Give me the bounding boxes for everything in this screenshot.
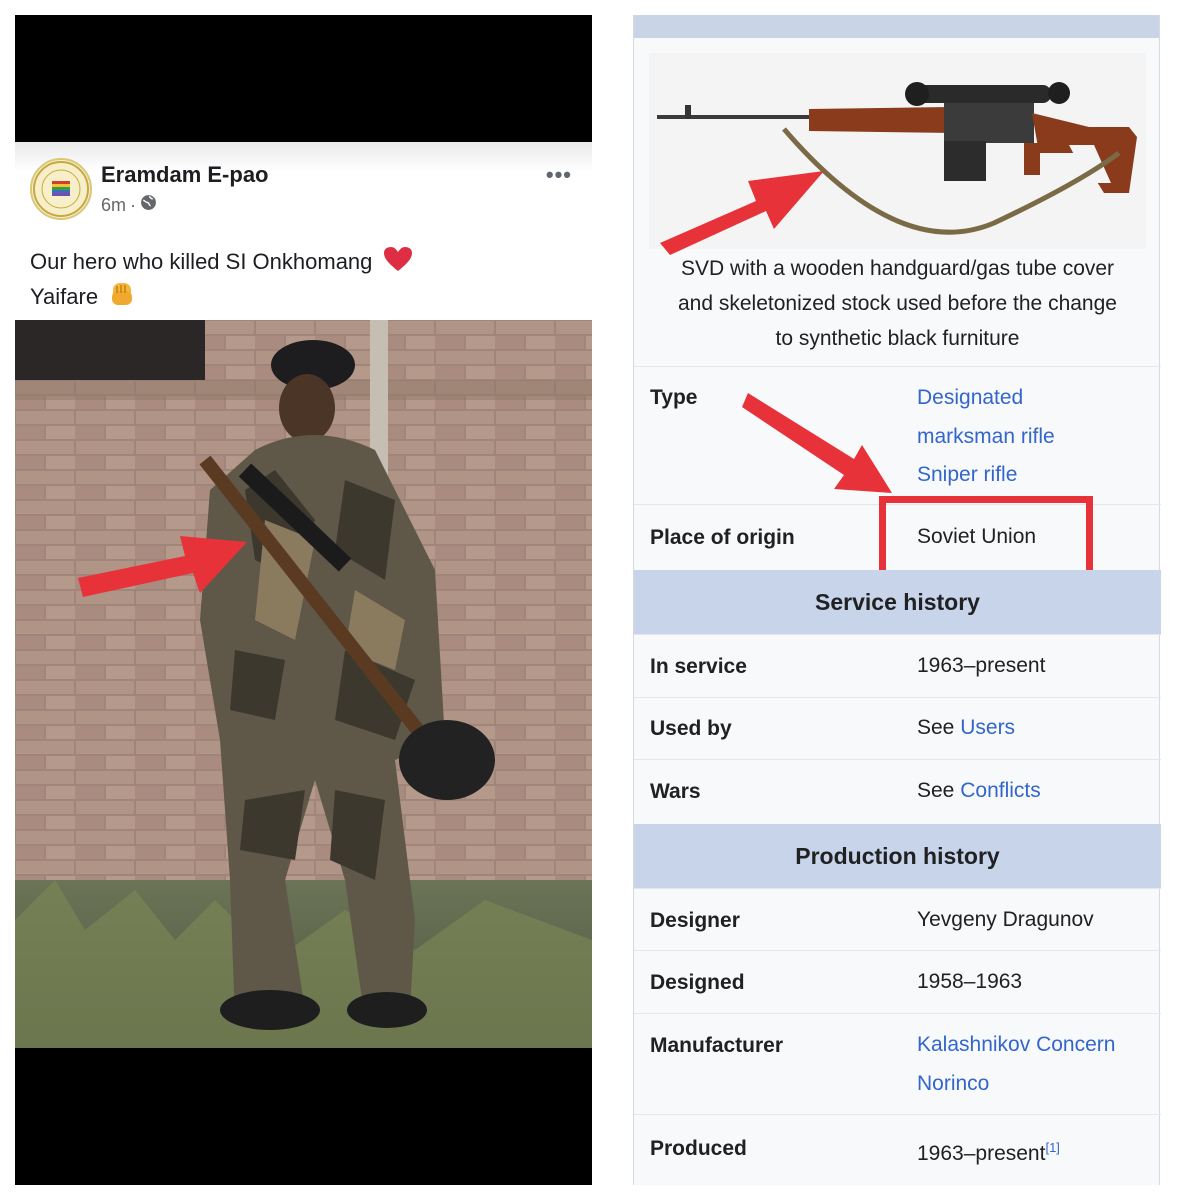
section-service-history: Service history — [634, 570, 1161, 634]
globe-icon — [140, 194, 157, 216]
infobox: SVD with a wooden handguard/gas tube cov… — [633, 15, 1161, 1185]
users-link[interactable]: Users — [960, 716, 1015, 739]
red-arrow-left — [78, 536, 247, 597]
in-service-label: In service — [650, 655, 747, 678]
used-by-label: Used by — [650, 717, 732, 740]
row-in-service: In service 1963–present — [634, 634, 1161, 697]
post-text-line1-content: Our hero who killed SI Onkhomang — [30, 249, 373, 274]
origin-label: Place of origin — [650, 526, 795, 549]
heart-emoji — [383, 246, 413, 280]
produced-text: 1963–present — [917, 1142, 1046, 1165]
produced-label: Produced — [650, 1137, 747, 1160]
post-text-line2: Yaifare — [30, 280, 550, 316]
image-caption: SVD with a wooden handguard/gas tube cov… — [634, 251, 1161, 356]
caption-line-1: SVD with a wooden handguard/gas tube cov… — [680, 257, 1115, 280]
post-card: Eramdam E-pao 6m · ••• Our hero who kill… — [15, 142, 592, 320]
reference-link[interactable]: [1] — [1045, 1140, 1059, 1155]
post-text-line1: Our hero who killed SI Onkhomang — [30, 246, 550, 280]
caption-line-2: and skeletonized stock used before the c… — [678, 292, 1117, 315]
type-label: Type — [650, 386, 698, 409]
manufacturer-label: Manufacturer — [650, 1034, 784, 1057]
designer-link[interactable]: Yevgeny Dragunov — [917, 901, 1094, 940]
post-text-line2-content: Yaifare — [30, 284, 99, 309]
row-designed: Designed 1958–1963 — [634, 950, 1161, 1013]
wars-value: See Conflicts — [917, 772, 1041, 811]
row-manufacturer: Manufacturer Kalashnikov Concern Norinco — [634, 1013, 1161, 1114]
produced-value: 1963–present[1] — [917, 1129, 1060, 1174]
row-used-by: Used by See Users — [634, 697, 1161, 759]
section-production-history: Production history — [634, 824, 1161, 888]
manufacturer-link-kalashnikov[interactable]: Kalashnikov Concern — [917, 1026, 1115, 1065]
red-arrow-origin — [742, 393, 892, 493]
manufacturer-link-norinco[interactable]: Norinco — [917, 1065, 1115, 1104]
conflicts-link[interactable]: Conflicts — [960, 779, 1041, 802]
designed-value: 1958–1963 — [917, 970, 1023, 993]
post-meta: 6m · — [101, 194, 157, 216]
post-photo[interactable] — [15, 320, 592, 1048]
manufacturer-values: Kalashnikov Concern Norinco — [917, 1026, 1115, 1103]
meta-separator: · — [130, 194, 137, 215]
caption-line-3: to synthetic black furniture — [775, 327, 1020, 350]
row-designer: Designer Yevgeny Dragunov — [634, 888, 1161, 950]
designer-label: Designer — [650, 909, 740, 932]
post-time[interactable]: 6m — [101, 195, 126, 216]
wikipedia-infobox-screenshot: SVD with a wooden handguard/gas tube cov… — [608, 15, 1185, 1185]
type-link-marksman-rifle[interactable]: marksman rifle — [917, 418, 1055, 457]
wars-prefix: See — [917, 779, 955, 802]
designed-label: Designed — [650, 971, 745, 994]
used-by-prefix: See — [917, 716, 955, 739]
more-icon[interactable]: ••• — [546, 162, 572, 188]
used-by-value: See Users — [917, 709, 1015, 748]
row-produced: Produced 1963–present[1] — [634, 1114, 1161, 1185]
wars-label: Wars — [650, 780, 701, 803]
infobox-title-bar — [634, 15, 1159, 38]
row-wars: Wars See Conflicts — [634, 759, 1161, 824]
type-link-designated[interactable]: Designated — [917, 379, 1055, 418]
page-logo[interactable] — [30, 158, 92, 220]
post-text: Our hero who killed SI Onkhomang Yaifare — [30, 246, 550, 316]
fist-emoji — [108, 280, 136, 316]
facebook-post-screenshot: Eramdam E-pao 6m · ••• Our hero who kill… — [15, 15, 592, 1185]
in-service-value: 1963–present — [917, 654, 1046, 677]
red-arrow-rifle — [660, 171, 824, 255]
type-values: Designated marksman rifle Sniper rifle — [917, 379, 1055, 495]
type-link-sniper-rifle[interactable]: Sniper rifle — [917, 456, 1055, 495]
page-name[interactable]: Eramdam E-pao — [101, 162, 269, 188]
